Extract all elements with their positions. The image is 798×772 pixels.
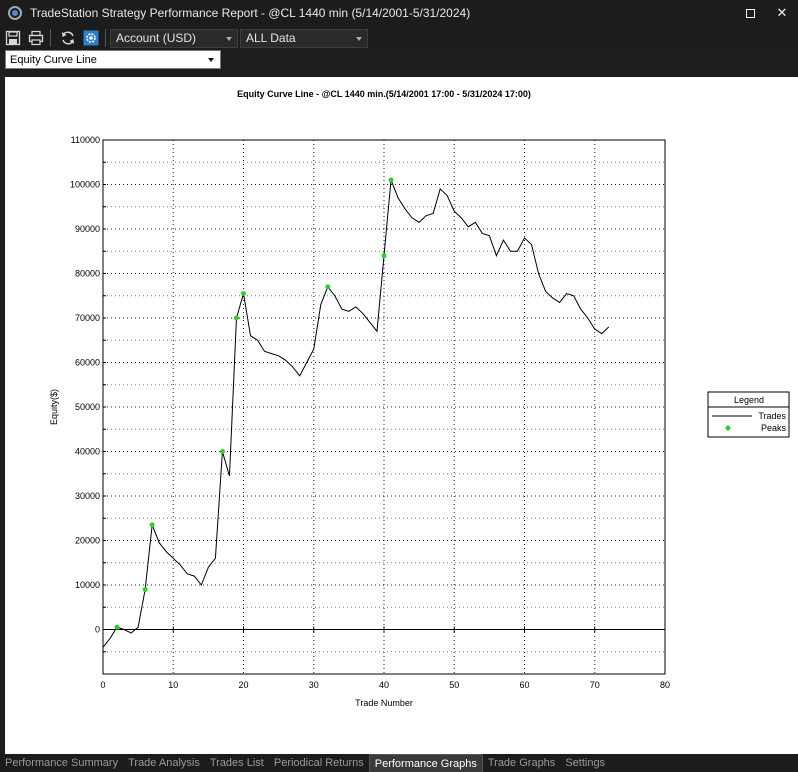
x-tick-label: 40 [379, 680, 389, 690]
peak-point [233, 315, 239, 321]
graph-type-select[interactable]: Equity Curve Line [5, 50, 221, 69]
x-tick-label: 20 [238, 680, 248, 690]
maximize-button[interactable] [734, 0, 766, 26]
print-button[interactable] [26, 28, 46, 48]
close-button[interactable]: ✕ [766, 0, 798, 26]
x-tick-label: 30 [309, 680, 319, 690]
tab-performance-graphs[interactable]: Performance Graphs [368, 754, 483, 772]
account-select-value: Account (USD) [116, 31, 197, 45]
y-tick-label: 50000 [75, 402, 100, 412]
y-tick-label: 80000 [75, 269, 100, 279]
graph-area: Equity Curve Line - @CL 1440 min.(5/14/2… [5, 77, 798, 754]
settings-button[interactable] [81, 28, 101, 48]
legend-peaks-swatch [725, 425, 731, 431]
y-tick-label: 10000 [75, 580, 100, 590]
peak-point [142, 586, 148, 592]
peak-point [241, 291, 246, 297]
peak-point [388, 177, 394, 183]
tab-trade-analysis[interactable]: Trade Analysis [123, 756, 205, 772]
window-title: TradeStation Strategy Performance Report… [30, 6, 471, 20]
x-tick-label: 80 [660, 680, 670, 690]
y-tick-label: 90000 [75, 224, 100, 234]
chevron-down-icon [226, 36, 232, 41]
y-tick-label: 100000 [70, 180, 100, 190]
toolbar-separator [50, 29, 51, 47]
legend-title: Legend [734, 395, 764, 405]
settings-icon [83, 30, 99, 46]
x-tick-label: 60 [519, 680, 529, 690]
legend-peaks-label: Peaks [761, 423, 787, 433]
peak-point [114, 624, 120, 630]
tab-periodical-returns[interactable]: Periodical Returns [269, 756, 369, 772]
y-tick-label: 0 [95, 625, 100, 635]
trades-line [109, 179, 610, 639]
peak-point [325, 284, 331, 290]
save-button[interactable] [3, 28, 23, 48]
y-tick-label: 70000 [75, 313, 100, 323]
tab-trades-list[interactable]: Trades List [205, 756, 269, 772]
tab-settings[interactable]: Settings [560, 756, 610, 772]
toolbar: Account (USD) ALL Data [0, 26, 798, 50]
maximize-icon [745, 8, 755, 18]
account-select[interactable]: Account (USD) [110, 28, 238, 48]
tab-trade-graphs[interactable]: Trade Graphs [483, 756, 560, 772]
chevron-down-icon [356, 36, 362, 41]
refresh-icon [62, 31, 74, 45]
chevron-down-icon [208, 58, 214, 62]
tradestation-logo-icon [8, 6, 22, 20]
data-range-select-value: ALL Data [246, 31, 296, 45]
peak-point [149, 522, 155, 528]
toolbar-separator [105, 29, 106, 47]
x-tick-label: 0 [100, 680, 105, 690]
trades-line-start [102, 638, 111, 648]
title-bar: TradeStation Strategy Performance Report… [0, 0, 798, 26]
y-tick-label: 60000 [75, 358, 100, 368]
y-tick-label: 20000 [75, 536, 100, 546]
peak-point [219, 449, 225, 454]
refresh-button[interactable] [58, 28, 78, 48]
legend-trades-label: Trades [758, 411, 786, 421]
tab-performance-summary[interactable]: Performance Summary [0, 756, 123, 772]
x-tick-label: 10 [168, 680, 178, 690]
equity-curve-chart: Equity Curve Line - @CL 1440 min.(5/14/2… [49, 89, 790, 708]
x-tick-label: 70 [590, 680, 600, 690]
chart-title: Equity Curve Line - @CL 1440 min.(5/14/2… [237, 89, 531, 99]
x-tick-label: 50 [449, 680, 459, 690]
report-tabs: Performance Summary Trade Analysis Trades … [0, 754, 798, 772]
y-tick-label: 30000 [75, 491, 100, 501]
y-axis-label: Equity($) [49, 389, 59, 425]
data-range-select[interactable]: ALL Data [240, 28, 368, 48]
print-icon [28, 30, 44, 46]
peak-point [381, 253, 387, 259]
y-tick-label: 110000 [71, 135, 100, 145]
graph-type-select-value: Equity Curve Line [10, 53, 97, 66]
y-tick-label: 40000 [75, 447, 100, 457]
save-icon [5, 30, 21, 46]
x-axis-label: Trade Number [355, 698, 413, 708]
